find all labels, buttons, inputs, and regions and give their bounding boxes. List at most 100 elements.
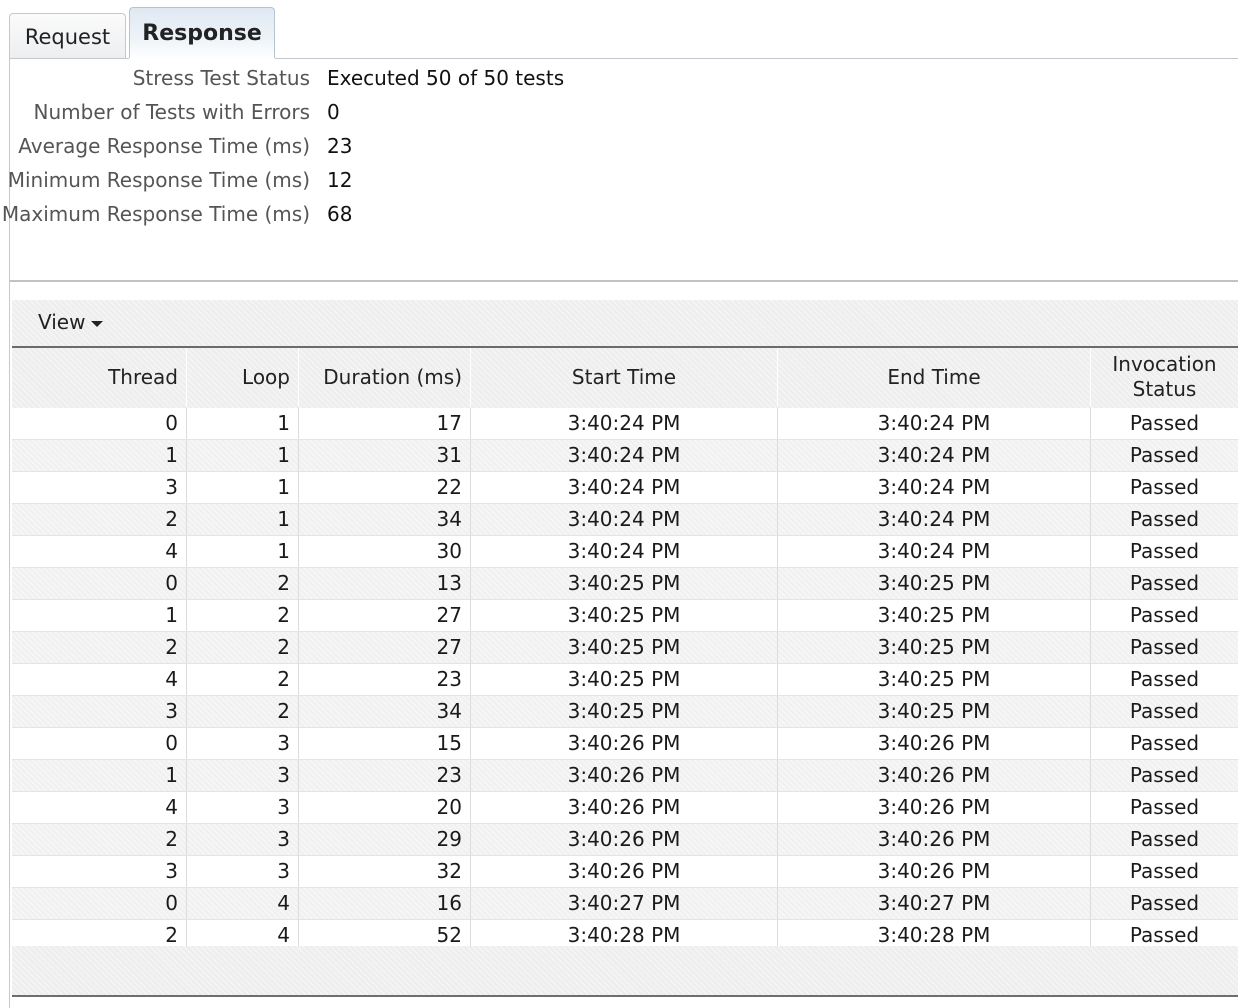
cell-start-time: 3:40:24 PM xyxy=(471,408,778,439)
cell-loop: 4 xyxy=(187,888,299,919)
table-row[interactable]: 0 1 17 3:40:24 PM 3:40:24 PM Passed xyxy=(12,408,1238,440)
table-toolbar: View xyxy=(12,300,1238,346)
table-row[interactable]: 2 4 52 3:40:28 PM 3:40:28 PM Passed xyxy=(12,920,1238,946)
cell-loop: 3 xyxy=(187,728,299,759)
cell-end-time: 3:40:25 PM xyxy=(778,600,1091,631)
column-header-start-time[interactable]: Start Time xyxy=(471,348,778,406)
cell-thread: 1 xyxy=(12,760,187,791)
cell-end-time: 3:40:24 PM xyxy=(778,472,1091,503)
cell-start-time: 3:40:24 PM xyxy=(471,536,778,567)
summary-value: 0 xyxy=(327,100,340,124)
column-header-duration[interactable]: Duration (ms) xyxy=(299,348,471,406)
column-header-invocation-status[interactable]: Invocation Status xyxy=(1091,348,1238,406)
cell-duration: 34 xyxy=(299,504,471,535)
cell-thread: 0 xyxy=(12,888,187,919)
cell-start-time: 3:40:25 PM xyxy=(471,568,778,599)
cell-loop: 2 xyxy=(187,696,299,727)
cell-duration: 32 xyxy=(299,856,471,887)
cell-status: Passed xyxy=(1129,731,1200,755)
cell-loop: 3 xyxy=(187,760,299,791)
cell-thread: 1 xyxy=(12,600,187,631)
cell-loop: 1 xyxy=(187,408,299,439)
cell-start-time: 3:40:26 PM xyxy=(471,792,778,823)
cell-loop: 2 xyxy=(187,568,299,599)
cell-duration: 22 xyxy=(299,472,471,503)
cell-loop: 2 xyxy=(187,664,299,695)
cell-end-time: 3:40:24 PM xyxy=(778,440,1091,471)
cell-duration: 17 xyxy=(299,408,471,439)
summary-value: 23 xyxy=(327,134,353,158)
cell-duration: 23 xyxy=(299,760,471,791)
table-row[interactable]: 4 2 23 3:40:25 PM 3:40:25 PM Passed xyxy=(12,664,1238,696)
cell-status: Passed xyxy=(1129,891,1200,915)
cell-status: Passed xyxy=(1129,539,1200,563)
cell-thread: 4 xyxy=(12,792,187,823)
cell-thread: 1 xyxy=(12,440,187,471)
cell-duration: 27 xyxy=(299,632,471,663)
cell-loop: 3 xyxy=(187,824,299,855)
table-row[interactable]: 2 1 34 3:40:24 PM 3:40:24 PM Passed xyxy=(12,504,1238,536)
cell-end-time: 3:40:26 PM xyxy=(778,728,1091,759)
table-row[interactable]: 1 2 27 3:40:25 PM 3:40:25 PM Passed xyxy=(12,600,1238,632)
cell-end-time: 3:40:26 PM xyxy=(778,856,1091,887)
cell-status: Passed xyxy=(1129,475,1200,499)
cell-duration: 20 xyxy=(299,792,471,823)
chevron-down-icon xyxy=(91,321,104,327)
cell-thread: 4 xyxy=(12,536,187,567)
cell-status: Passed xyxy=(1129,411,1200,435)
cell-end-time: 3:40:25 PM xyxy=(778,632,1091,663)
summary-value: Executed 50 of 50 tests xyxy=(327,66,565,90)
summary-label: Stress Test Status xyxy=(132,66,310,90)
table-body: 0 1 17 3:40:24 PM 3:40:24 PM Passed 1 1 31 3:40:2… xyxy=(12,408,1238,946)
cell-start-time: 3:40:26 PM xyxy=(471,760,778,791)
tab-request[interactable]: Request xyxy=(9,13,126,59)
cell-thread: 3 xyxy=(12,696,187,727)
cell-end-time: 3:40:26 PM xyxy=(778,792,1091,823)
table-row[interactable]: 0 3 15 3:40:26 PM 3:40:26 PM Passed xyxy=(12,728,1238,760)
cell-duration: 30 xyxy=(299,536,471,567)
cell-status: Passed xyxy=(1129,923,1200,946)
cell-end-time: 3:40:25 PM xyxy=(778,568,1091,599)
results-table-panel: View Thread Loop Duration (ms) Start Tim… xyxy=(12,300,1238,996)
summary-value: 68 xyxy=(327,202,353,226)
tab-response[interactable]: Response xyxy=(129,7,275,59)
cell-thread: 2 xyxy=(12,824,187,855)
cell-status: Passed xyxy=(1129,571,1200,595)
cell-end-time: 3:40:24 PM xyxy=(778,504,1091,535)
table-row[interactable]: 3 3 32 3:40:26 PM 3:40:26 PM Passed xyxy=(12,856,1238,888)
cell-start-time: 3:40:25 PM xyxy=(471,632,778,663)
cell-thread: 3 xyxy=(12,472,187,503)
cell-status: Passed xyxy=(1129,603,1200,627)
cell-loop: 1 xyxy=(187,440,299,471)
table-row[interactable]: 1 1 31 3:40:24 PM 3:40:24 PM Passed xyxy=(12,440,1238,472)
cell-end-time: 3:40:28 PM xyxy=(778,920,1091,946)
column-header-loop[interactable]: Loop xyxy=(187,348,299,406)
cell-duration: 29 xyxy=(299,824,471,855)
cell-start-time: 3:40:27 PM xyxy=(471,888,778,919)
cell-start-time: 3:40:26 PM xyxy=(471,856,778,887)
cell-duration: 13 xyxy=(299,568,471,599)
table-row[interactable]: 3 1 22 3:40:24 PM 3:40:24 PM Passed xyxy=(12,472,1238,504)
cell-status: Passed xyxy=(1129,827,1200,851)
cell-thread: 4 xyxy=(12,664,187,695)
cell-duration: 27 xyxy=(299,600,471,631)
table-row[interactable]: 0 2 13 3:40:25 PM 3:40:25 PM Passed xyxy=(12,568,1238,600)
column-header-thread[interactable]: Thread xyxy=(12,348,187,406)
view-menu-button[interactable]: View xyxy=(38,310,104,334)
cell-duration: 31 xyxy=(299,440,471,471)
table-row[interactable]: 3 2 34 3:40:25 PM 3:40:25 PM Passed xyxy=(12,696,1238,728)
cell-start-time: 3:40:25 PM xyxy=(471,696,778,727)
cell-thread: 2 xyxy=(12,632,187,663)
cell-start-time: 3:40:25 PM xyxy=(471,600,778,631)
table-row[interactable]: 0 4 16 3:40:27 PM 3:40:27 PM Passed xyxy=(12,888,1238,920)
table-row[interactable]: 2 3 29 3:40:26 PM 3:40:26 PM Passed xyxy=(12,824,1238,856)
column-header-end-time[interactable]: End Time xyxy=(778,348,1091,406)
cell-end-time: 3:40:24 PM xyxy=(778,408,1091,439)
cell-loop: 1 xyxy=(187,536,299,567)
table-row[interactable]: 4 3 20 3:40:26 PM 3:40:26 PM Passed xyxy=(12,792,1238,824)
table-row[interactable]: 4 1 30 3:40:24 PM 3:40:24 PM Passed xyxy=(12,536,1238,568)
table-row[interactable]: 2 2 27 3:40:25 PM 3:40:25 PM Passed xyxy=(12,632,1238,664)
cell-loop: 4 xyxy=(187,920,299,946)
cell-loop: 3 xyxy=(187,792,299,823)
table-row[interactable]: 1 3 23 3:40:26 PM 3:40:26 PM Passed xyxy=(12,760,1238,792)
